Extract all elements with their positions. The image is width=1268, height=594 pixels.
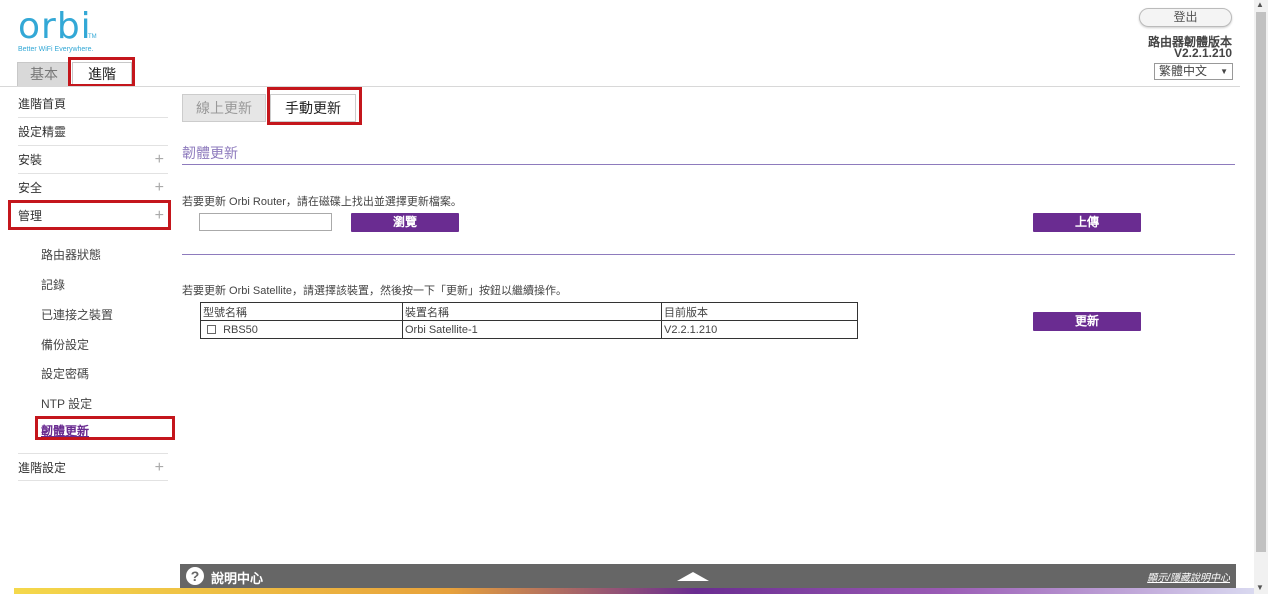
help-center-label: 說明中心 xyxy=(211,571,264,586)
plus-icon: + xyxy=(154,151,164,168)
scrollbar-thumb[interactable] xyxy=(1256,12,1266,552)
upload-button[interactable]: 上傳 xyxy=(1033,213,1141,232)
plus-icon: + xyxy=(154,459,164,476)
brand-gradient-strip xyxy=(14,588,1254,594)
column-header-version: 目前版本 xyxy=(661,302,858,321)
highlight-administration xyxy=(8,200,171,230)
sidebar-subitem-set-password[interactable]: 設定密碼 xyxy=(41,365,89,382)
tab-basic[interactable]: 基本 xyxy=(17,62,71,86)
table-header-row: 型號名稱 裝置名稱 目前版本 xyxy=(200,302,858,321)
logout-button[interactable]: 登出 xyxy=(1139,8,1232,27)
sidebar-item-label: 安全 xyxy=(18,181,43,195)
page-title: 韌體更新 xyxy=(182,145,238,161)
model-cell: RBS50 xyxy=(200,320,403,339)
sidebar-subitem-ntp-settings[interactable]: NTP 設定 xyxy=(41,395,92,412)
logo-tagline: Better WiFi Everywhere. xyxy=(18,46,94,53)
firmware-file-input[interactable] xyxy=(199,213,332,231)
column-header-model: 型號名稱 xyxy=(200,302,403,321)
expand-up-icon[interactable] xyxy=(677,572,709,581)
sidebar-item-advanced-home[interactable]: 進階首頁 xyxy=(18,90,168,118)
sidebar-subitem-router-status[interactable]: 路由器狀態 xyxy=(41,246,101,263)
device-name: Orbi Satellite-1 xyxy=(402,320,662,339)
tab-online-update[interactable]: 線上更新 xyxy=(182,94,266,122)
highlight-firmware-update xyxy=(35,416,175,440)
chevron-down-icon: ▼ xyxy=(1220,67,1228,76)
orbi-logo: orbi xyxy=(18,6,92,47)
sidebar-item-label: 進階設定 xyxy=(18,461,67,475)
plus-icon: + xyxy=(154,179,164,196)
language-select[interactable]: 繁體中文 ▼ xyxy=(1154,63,1233,80)
model-name: RBS50 xyxy=(223,323,258,336)
satellite-table: 型號名稱 裝置名稱 目前版本 RBS50 Orbi Satellite-1 V2… xyxy=(200,302,858,339)
sidebar-subitem-backup-settings[interactable]: 備份設定 xyxy=(41,336,89,353)
scroll-down-icon[interactable]: ▼ xyxy=(1256,583,1264,592)
sidebar-item-setup[interactable]: 安裝 + xyxy=(18,146,168,174)
satellite-update-instruction: 若要更新 Orbi Satellite，請選擇該裝置，然後按一下「更新」按鈕以繼… xyxy=(182,285,568,297)
browse-button[interactable]: 瀏覽 xyxy=(351,213,459,232)
sidebar-item-advanced-setup[interactable]: 進階設定 + xyxy=(18,453,168,481)
help-center-bar[interactable]: ? 說明中心 顯示/隱藏說明中心 xyxy=(180,564,1236,588)
section-divider xyxy=(182,254,1235,255)
table-row: RBS50 Orbi Satellite-1 V2.2.1.210 xyxy=(200,320,858,339)
section-divider xyxy=(182,164,1235,165)
satellite-checkbox[interactable] xyxy=(207,325,216,335)
column-header-device: 裝置名稱 xyxy=(402,302,662,321)
highlight-advanced-tab xyxy=(68,57,135,87)
sidebar-subitem-attached-devices[interactable]: 已連接之裝置 xyxy=(41,306,113,323)
help-icon: ? xyxy=(186,567,204,585)
header-divider xyxy=(0,86,1240,87)
sidebar-item-label: 設定精靈 xyxy=(18,125,67,139)
sidebar-item-label: 進階首頁 xyxy=(18,97,67,111)
highlight-manual-update-tab xyxy=(267,87,362,125)
language-selected: 繁體中文 xyxy=(1159,64,1208,78)
sidebar-subitem-logs[interactable]: 記錄 xyxy=(41,276,65,293)
update-button[interactable]: 更新 xyxy=(1033,312,1141,331)
firmware-version-value: V2.2.1.210 xyxy=(1173,46,1232,60)
sidebar-item-security[interactable]: 安全 + xyxy=(18,174,168,202)
sidebar-item-label: 安裝 xyxy=(18,153,43,167)
current-version: V2.2.1.210 xyxy=(661,320,858,339)
logo-trademark: TM xyxy=(88,34,97,40)
scroll-up-icon[interactable]: ▲ xyxy=(1256,0,1264,9)
sidebar-item-setup-wizard[interactable]: 設定精靈 xyxy=(18,118,168,146)
toggle-help-center-link[interactable]: 顯示/隱藏說明中心 xyxy=(1147,569,1230,584)
router-update-instruction: 若要更新 Orbi Router，請在磁碟上找出並選擇更新檔案。 xyxy=(182,196,462,208)
